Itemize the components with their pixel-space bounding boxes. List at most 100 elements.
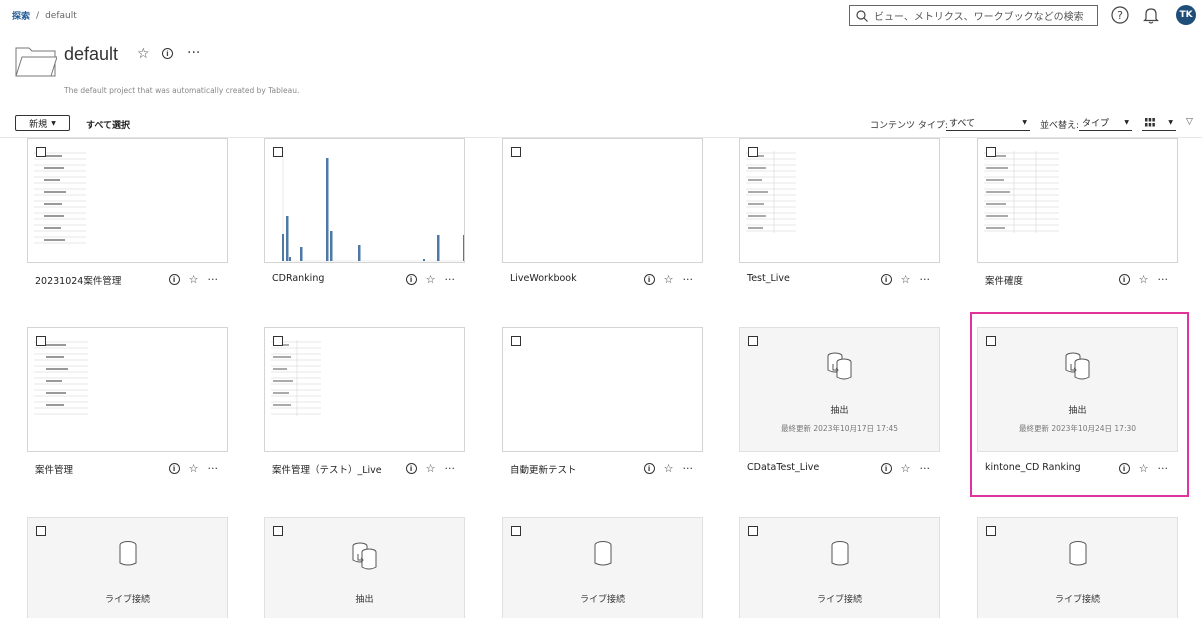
workbook-card[interactable]: Test_Live i ☆ ···: [739, 138, 940, 298]
bell-icon[interactable]: [1143, 6, 1159, 24]
star-icon[interactable]: ☆: [189, 462, 199, 475]
workbook-card[interactable]: 案件管理（テスト）_Live i ☆ ···: [264, 327, 465, 487]
card-checkbox[interactable]: [273, 147, 283, 157]
card-name[interactable]: LiveWorkbook: [510, 273, 577, 284]
card-name[interactable]: Test_Live: [747, 273, 790, 284]
card-checkbox[interactable]: [748, 147, 758, 157]
new-button[interactable]: 新規 ▼: [15, 115, 70, 131]
card-name[interactable]: 案件管理: [35, 462, 73, 476]
select-all-button[interactable]: すべて選択: [86, 118, 130, 131]
card-thumbnail[interactable]: [977, 138, 1178, 263]
datasource-type-label: ライブ接続: [816, 595, 862, 605]
card-name[interactable]: 20231024案件管理: [35, 273, 121, 287]
star-icon[interactable]: ☆: [901, 462, 911, 475]
card-checkbox[interactable]: [36, 147, 46, 157]
info-icon[interactable]: i: [405, 463, 417, 474]
datasource-card[interactable]: ライブ接続: [502, 517, 703, 618]
card-thumbnail[interactable]: ライブ接続: [739, 517, 940, 618]
info-icon[interactable]: i: [168, 274, 180, 285]
datasource-card[interactable]: ライブ接続: [27, 517, 228, 618]
avatar[interactable]: TK: [1176, 5, 1196, 25]
more-icon[interactable]: ···: [445, 462, 456, 475]
card-checkbox[interactable]: [986, 526, 996, 536]
last-updated: 最終更新 2023年10月17日 17:45: [780, 424, 899, 433]
datasource-card[interactable]: 抽出 最終更新 2023年10月17日 17:45 CDataTest_Live…: [739, 327, 940, 487]
view-toggle[interactable]: ▼: [1142, 115, 1176, 131]
chevron-down-icon: ▼: [1022, 119, 1027, 126]
search-input[interactable]: ビュー、メトリクス、ワークブックなどの検索: [849, 5, 1098, 26]
card-name[interactable]: CDataTest_Live: [747, 462, 819, 473]
card-thumbnail[interactable]: [502, 138, 703, 263]
content-type-select[interactable]: すべて ▼: [946, 115, 1030, 131]
more-icon[interactable]: ···: [187, 45, 200, 61]
more-icon[interactable]: ···: [445, 273, 456, 286]
more-icon[interactable]: ···: [208, 273, 219, 286]
workbook-card[interactable]: 案件確度 i ☆ ···: [977, 138, 1178, 298]
star-icon[interactable]: ☆: [137, 46, 150, 62]
info-icon[interactable]: i: [405, 274, 417, 285]
star-icon[interactable]: ☆: [901, 273, 911, 286]
card-checkbox[interactable]: [511, 336, 521, 346]
card-checkbox[interactable]: [273, 526, 283, 536]
card-checkbox[interactable]: [748, 526, 758, 536]
star-icon[interactable]: ☆: [664, 462, 674, 475]
info-icon[interactable]: i: [168, 463, 180, 474]
more-icon[interactable]: ···: [920, 462, 931, 475]
card-checkbox[interactable]: [511, 147, 521, 157]
more-icon[interactable]: ···: [683, 462, 694, 475]
card-name[interactable]: 案件確度: [985, 273, 1023, 287]
card-name[interactable]: CDRanking: [272, 273, 324, 284]
card-thumbnail[interactable]: ライブ接続: [977, 517, 1178, 618]
info-icon[interactable]: i: [880, 463, 892, 474]
datasource-card[interactable]: ライブ接続: [977, 517, 1178, 618]
new-button-label: 新規: [29, 119, 48, 130]
sort-select[interactable]: タイプ ▼: [1079, 115, 1132, 131]
help-icon[interactable]: ?: [1111, 6, 1129, 24]
card-thumbnail[interactable]: 抽出: [264, 517, 465, 618]
star-icon[interactable]: ☆: [189, 273, 199, 286]
star-icon[interactable]: ☆: [1139, 273, 1149, 286]
card-thumbnail[interactable]: ライブ接続: [27, 517, 228, 618]
workbook-card[interactable]: LiveWorkbook i ☆ ···: [502, 138, 703, 298]
star-icon[interactable]: ☆: [426, 462, 436, 475]
card-thumbnail[interactable]: [27, 138, 228, 263]
datasource-card[interactable]: ライブ接続: [739, 517, 940, 618]
workbook-card[interactable]: 20231024案件管理 i ☆ ···: [27, 138, 228, 298]
card-name[interactable]: 自動更新テスト: [510, 462, 577, 476]
workbook-card[interactable]: 自動更新テスト i ☆ ···: [502, 327, 703, 487]
info-icon[interactable]: i: [880, 274, 892, 285]
card-checkbox[interactable]: [986, 147, 996, 157]
info-icon[interactable]: i: [643, 274, 655, 285]
card-checkbox[interactable]: [36, 336, 46, 346]
breadcrumb-explore-link[interactable]: 探索: [12, 9, 30, 22]
datasource-card[interactable]: 抽出: [264, 517, 465, 618]
card-thumbnail[interactable]: ライブ接続: [502, 517, 703, 618]
more-icon[interactable]: ···: [920, 273, 931, 286]
card-thumbnail[interactable]: [264, 327, 465, 452]
info-icon[interactable]: i: [1118, 274, 1130, 285]
info-icon[interactable]: i: [162, 48, 173, 59]
star-icon[interactable]: ☆: [426, 273, 436, 286]
project-description: The default project that was automatical…: [64, 86, 300, 95]
info-icon[interactable]: i: [643, 463, 655, 474]
breadcrumb-separator: /: [36, 10, 40, 21]
card-checkbox[interactable]: [273, 336, 283, 346]
card-checkbox[interactable]: [511, 526, 521, 536]
card-thumbnail[interactable]: [502, 327, 703, 452]
database-icon: [831, 541, 848, 566]
chevron-down-icon: ▼: [1124, 119, 1129, 126]
more-icon[interactable]: ···: [208, 462, 219, 475]
star-icon[interactable]: ☆: [664, 273, 674, 286]
workbook-card[interactable]: CDRanking i ☆ ···: [264, 138, 465, 298]
card-checkbox[interactable]: [748, 336, 758, 346]
card-name[interactable]: 案件管理（テスト）_Live: [272, 462, 382, 476]
card-thumbnail[interactable]: 抽出 最終更新 2023年10月17日 17:45: [739, 327, 940, 452]
card-thumbnail[interactable]: [27, 327, 228, 452]
filter-icon[interactable]: ▽: [1186, 117, 1193, 127]
workbook-card[interactable]: 案件管理 i ☆ ···: [27, 327, 228, 487]
card-checkbox[interactable]: [36, 526, 46, 536]
more-icon[interactable]: ···: [683, 273, 694, 286]
more-icon[interactable]: ···: [1158, 273, 1169, 286]
card-thumbnail[interactable]: [739, 138, 940, 263]
card-thumbnail[interactable]: [264, 138, 465, 263]
